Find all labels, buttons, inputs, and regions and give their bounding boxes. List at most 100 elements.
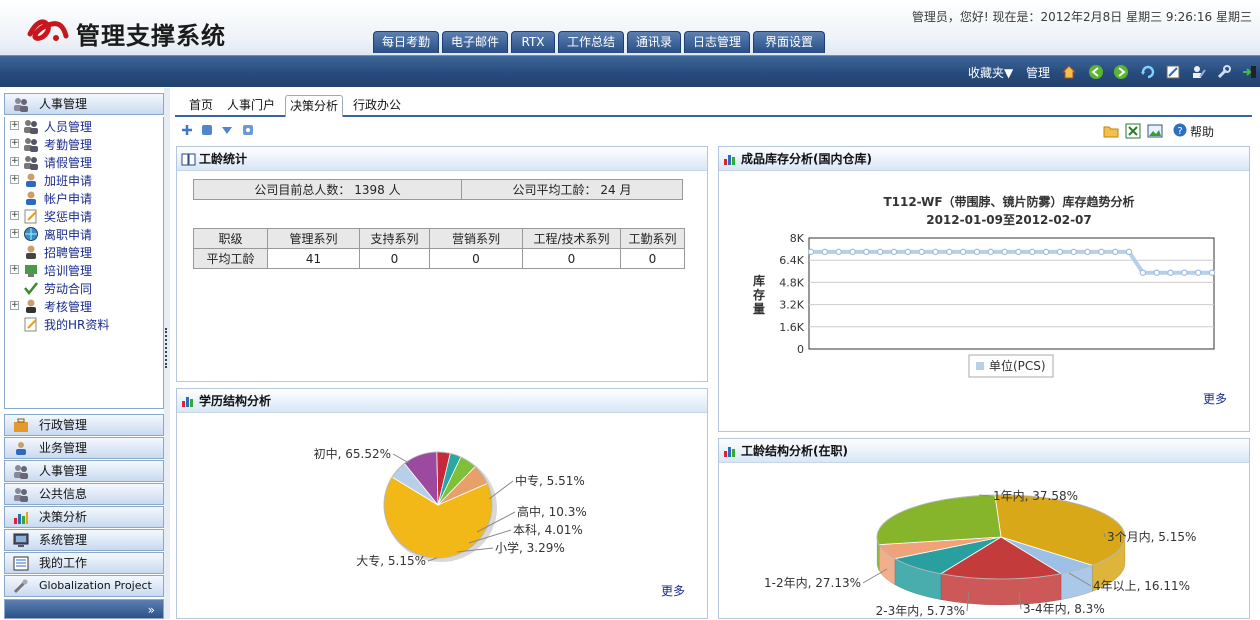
training-icon — [25, 265, 37, 277]
accordion-label: Globalization Project — [39, 579, 152, 592]
accordion-hr[interactable]: 人事管理 — [4, 460, 164, 482]
topnav-ui-settings[interactable]: 界面设置 — [753, 31, 825, 53]
accordion-admin[interactable]: 行政管理 — [4, 414, 164, 436]
edit-icon[interactable] — [1165, 64, 1181, 80]
users-icon — [14, 98, 28, 112]
layout-icon[interactable] — [201, 124, 213, 136]
data-point — [1194, 269, 1202, 276]
accordion-system[interactable]: 系统管理 — [4, 529, 164, 551]
pie-label: 3-4年内, 8.3% — [1023, 602, 1105, 616]
accordion-decision[interactable]: 决策分析 — [4, 506, 164, 528]
tree-item-contract[interactable]: 劳动合同 — [5, 279, 163, 297]
tree-item-training[interactable]: + 培训管理 — [5, 261, 163, 279]
expand-icon[interactable]: + — [10, 301, 19, 310]
refresh-icon[interactable] — [1140, 64, 1156, 80]
tree-item-assessment[interactable]: + 考核管理 — [5, 297, 163, 315]
forward-icon[interactable] — [1113, 64, 1129, 80]
tree-item-personnel[interactable]: + 人员管理 — [5, 117, 163, 135]
tree-item-overtime[interactable]: + 加班申请 — [5, 171, 163, 189]
users-icon — [24, 138, 38, 152]
accordion-globalization[interactable]: Globalization Project — [4, 575, 164, 597]
y-tick-label: 1.6K — [779, 321, 804, 334]
expand-icon[interactable]: + — [10, 175, 19, 184]
accordion-my-work[interactable]: 我的工作 — [4, 552, 164, 574]
pie-leader-line — [392, 453, 410, 464]
inventory-more-link[interactable]: 更多 — [1203, 390, 1227, 407]
y-axis-label: 量 — [753, 302, 765, 316]
admin-link[interactable]: 管理 — [1026, 64, 1050, 81]
pie-label: 2-3年内, 5.73% — [876, 604, 965, 618]
topnav-rtx[interactable]: RTX — [511, 31, 555, 53]
help-icon[interactable]: ? — [1173, 123, 1187, 137]
sidebar-section-hr[interactable]: 人事管理 — [4, 93, 164, 115]
collapse-sidebar-icon[interactable]: » — [148, 600, 155, 620]
total-headcount: 公司目前总人数： 1398 人 — [193, 179, 462, 200]
tools-icon — [13, 579, 28, 594]
help-link[interactable]: 帮助 — [1190, 123, 1214, 140]
logout-icon[interactable] — [1242, 64, 1258, 80]
accordion-public-info[interactable]: 公共信息 — [4, 483, 164, 505]
pie-label: 3个月内, 5.15% — [1107, 530, 1196, 544]
topnav-log-management[interactable]: 日志管理 — [684, 31, 750, 53]
sidebar-splitter[interactable] — [164, 88, 170, 619]
back-icon[interactable] — [1088, 64, 1104, 80]
pie-label: 1年内, 37.58% — [993, 489, 1078, 503]
splitter-grip[interactable] — [165, 328, 168, 368]
tree-item-recruit[interactable]: 招聘管理 — [5, 243, 163, 261]
tree-item-attendance[interactable]: + 考勤管理 — [5, 135, 163, 153]
add-icon[interactable] — [181, 124, 193, 136]
data-point — [821, 248, 829, 256]
panel-title: 学历结构分析 — [199, 394, 272, 408]
topnav-email[interactable]: 电子邮件 — [442, 31, 508, 53]
tree-item-account[interactable]: 帐户申请 — [5, 189, 163, 207]
toolbar-band: 收藏夹▼ 管理 — [0, 55, 1260, 87]
settings-icon[interactable] — [242, 124, 254, 136]
tab-decision-analysis[interactable]: 决策分析 — [285, 95, 343, 117]
topnav-address-book[interactable]: 通讯录 — [627, 31, 681, 53]
tab-home[interactable]: 首页 — [183, 95, 219, 117]
tree-item-leave[interactable]: + 请假管理 — [5, 153, 163, 171]
topnav-work-summary[interactable]: 工作总结 — [558, 31, 624, 53]
list-icon — [13, 556, 29, 571]
dropdown-icon[interactable] — [221, 124, 233, 136]
folder-icon[interactable] — [1103, 123, 1119, 139]
bar-chart-icon — [724, 155, 735, 165]
tree-item-resignation[interactable]: + 离职申请 — [5, 225, 163, 243]
expand-icon[interactable]: + — [10, 157, 19, 166]
accordion-business[interactable]: 业务管理 — [4, 437, 164, 459]
expand-icon[interactable]: + — [10, 139, 19, 148]
image-icon[interactable] — [1147, 123, 1163, 139]
expand-icon[interactable]: + — [10, 229, 19, 238]
y-axis-label: 库 — [753, 273, 765, 288]
data-point — [1029, 248, 1036, 256]
tree-item-my-hr[interactable]: 我的HR资料 — [5, 315, 163, 333]
table-header: 工程/技术系列 — [522, 228, 621, 249]
topnav-attendance[interactable]: 每日考勤 — [373, 31, 439, 53]
education-more-link[interactable]: 更多 — [661, 582, 685, 599]
expand-icon[interactable]: + — [10, 121, 19, 130]
data-point — [904, 248, 911, 256]
export-icon[interactable] — [1125, 123, 1141, 139]
monitor-icon — [13, 533, 29, 547]
tools-icon[interactable] — [1216, 64, 1232, 80]
favorites-menu[interactable]: 收藏夹▼ — [968, 64, 1013, 81]
expand-icon[interactable]: + — [10, 211, 19, 220]
tab-admin-office[interactable]: 行政办公 — [349, 95, 405, 117]
data-point — [1139, 269, 1147, 276]
user-settings-icon[interactable] — [1191, 64, 1207, 80]
data-point — [918, 248, 925, 256]
tab-hr-portal[interactable]: 人事门户 — [223, 95, 279, 117]
data-point — [1153, 269, 1160, 276]
expand-icon[interactable]: + — [10, 265, 19, 274]
home-icon[interactable] — [1061, 64, 1077, 80]
tree-item-label: 劳动合同 — [44, 282, 93, 296]
tree-item-label: 帐户申请 — [44, 192, 93, 206]
panel-title: 工龄结构分析(在职) — [741, 444, 848, 458]
tree-item-label: 考勤管理 — [44, 138, 93, 152]
users-icon — [14, 465, 28, 479]
pie-label: 4年以上, 16.11% — [1093, 579, 1190, 593]
data-point — [987, 248, 994, 256]
hr-tree: + 人员管理 + 考勤管理 + 请假管理 + 加班申请 帐户申请 + 奖惩申请 + 离职申请… — [4, 117, 164, 409]
table-cell: 0 — [429, 248, 523, 269]
tree-item-reward[interactable]: + 奖惩申请 — [5, 207, 163, 225]
